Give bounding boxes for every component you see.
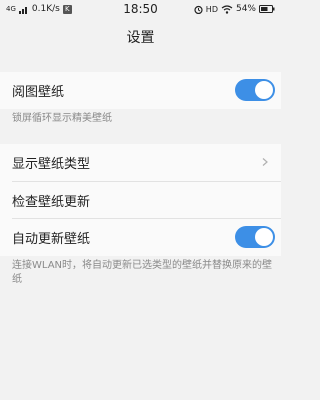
wallpaper-browse-row[interactable]: 阅图壁纸 <box>0 72 281 108</box>
check-updates-label: 检查壁纸更新 <box>12 194 91 210</box>
show-types-label: 显示壁纸类型 <box>12 156 91 172</box>
wifi-icon <box>221 4 233 14</box>
status-bar: 4G 0.1K/s K 18:50 HD 54% <box>0 0 281 20</box>
auto-update-toggle[interactable] <box>235 226 275 248</box>
wallpaper-browse-note: 锁屏循环显示精美壁纸 <box>12 113 112 124</box>
hd-indicator: HD <box>205 4 218 14</box>
alarm-icon <box>194 5 203 14</box>
status-right: HD 54% <box>194 4 275 14</box>
auto-update-label: 自动更新壁纸 <box>12 231 91 247</box>
page-title: 设置 <box>126 30 155 46</box>
battery-percent: 54% <box>235 4 256 14</box>
auto-update-row[interactable]: 自动更新壁纸 <box>0 219 281 255</box>
wallpaper-browse-label: 阅图壁纸 <box>12 84 65 100</box>
battery-icon <box>259 5 275 13</box>
wallpaper-browse-toggle[interactable] <box>235 79 275 101</box>
toggle-knob <box>255 228 273 246</box>
auto-update-note: 连接WLAN时，将自动更新已选类型的壁纸并替换原来的壁纸 <box>12 260 273 285</box>
wallpaper-options-section: 显示壁纸类型 检查壁纸更新 自动更新壁纸 <box>0 144 281 256</box>
show-types-row[interactable]: 显示壁纸类型 <box>0 144 281 180</box>
chevron-right-icon <box>262 158 268 166</box>
check-updates-row[interactable]: 检查壁纸更新 <box>0 182 281 218</box>
wallpaper-browse-section: 阅图壁纸 <box>0 72 281 109</box>
toggle-knob <box>255 81 273 99</box>
